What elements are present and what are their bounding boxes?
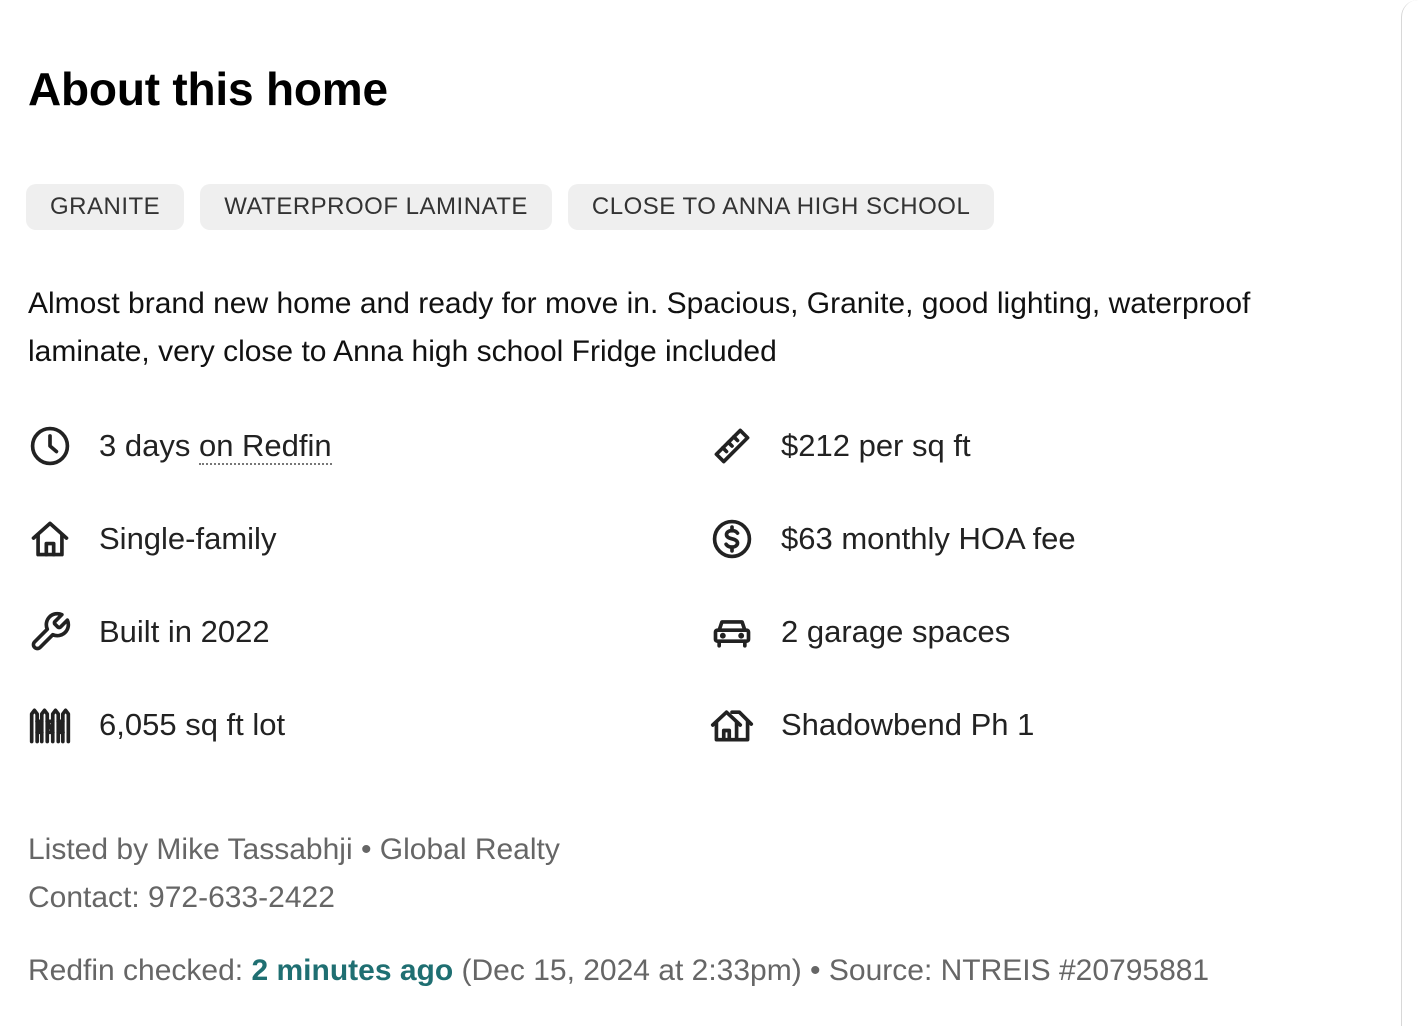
days-count: 3 days	[99, 428, 199, 463]
contact-phone: Contact: 972-633-2422	[28, 881, 335, 914]
fact-year-built: Built in 2022	[27, 609, 270, 655]
checked-time-link[interactable]: 2 minutes ago	[251, 954, 453, 987]
fact-days-on-market: 3 days on Redfin	[27, 423, 332, 469]
listing-info: Listed by Mike Tassabhji • Global Realty…	[28, 826, 560, 922]
house-icon	[27, 516, 73, 562]
tag-close-to-school[interactable]: CLOSE TO ANNA HIGH SCHOOL	[567, 184, 995, 230]
fact-price-per-sqft: $212 per sq ft	[709, 423, 971, 469]
ruler-icon	[709, 423, 755, 469]
feature-tags: GRANITE WATERPROOF LAMINATE CLOSE TO ANN…	[26, 184, 995, 230]
wrench-icon	[27, 609, 73, 655]
listed-by: Listed by Mike Tassabhji • Global Realty	[28, 833, 560, 866]
subdivision: Shadowbend Ph 1	[781, 707, 1035, 742]
price-per-sqft: $212 per sq ft	[781, 428, 971, 463]
tag-waterproof-laminate[interactable]: WATERPROOF LAMINATE	[200, 184, 552, 230]
home-description: Almost brand new home and ready for move…	[28, 287, 1251, 368]
fact-lot-size: 6,055 sq ft lot	[27, 702, 285, 748]
tag-granite[interactable]: GRANITE	[26, 184, 185, 230]
section-title: About this home	[28, 63, 388, 115]
fact-garage: 2 garage spaces	[709, 609, 1010, 655]
dollar-circle-icon	[709, 516, 755, 562]
garage-spaces: 2 garage spaces	[781, 614, 1011, 649]
hoa-fee: $63 monthly HOA fee	[781, 521, 1076, 556]
checked-prefix: Redfin checked:	[28, 954, 252, 987]
on-redfin-link[interactable]: on Redfin	[198, 428, 332, 465]
neighborhood-icon	[709, 702, 755, 748]
clock-icon	[27, 423, 73, 469]
panel-edge	[1401, 0, 1418, 1026]
lot-size: 6,055 sq ft lot	[99, 707, 286, 742]
fact-hoa-fee: $63 monthly HOA fee	[709, 516, 1076, 562]
fact-property-type: Single-family	[27, 516, 276, 562]
fence-icon	[27, 702, 73, 748]
property-type: Single-family	[99, 521, 277, 556]
car-icon	[709, 609, 755, 655]
fact-subdivision: Shadowbend Ph 1	[709, 702, 1034, 748]
checked-suffix: (Dec 15, 2024 at 2:33pm) • Source: NTREI…	[453, 954, 1210, 987]
redfin-checked: Redfin checked: 2 minutes ago (Dec 15, 2…	[28, 954, 1209, 988]
year-built: Built in 2022	[99, 614, 270, 649]
